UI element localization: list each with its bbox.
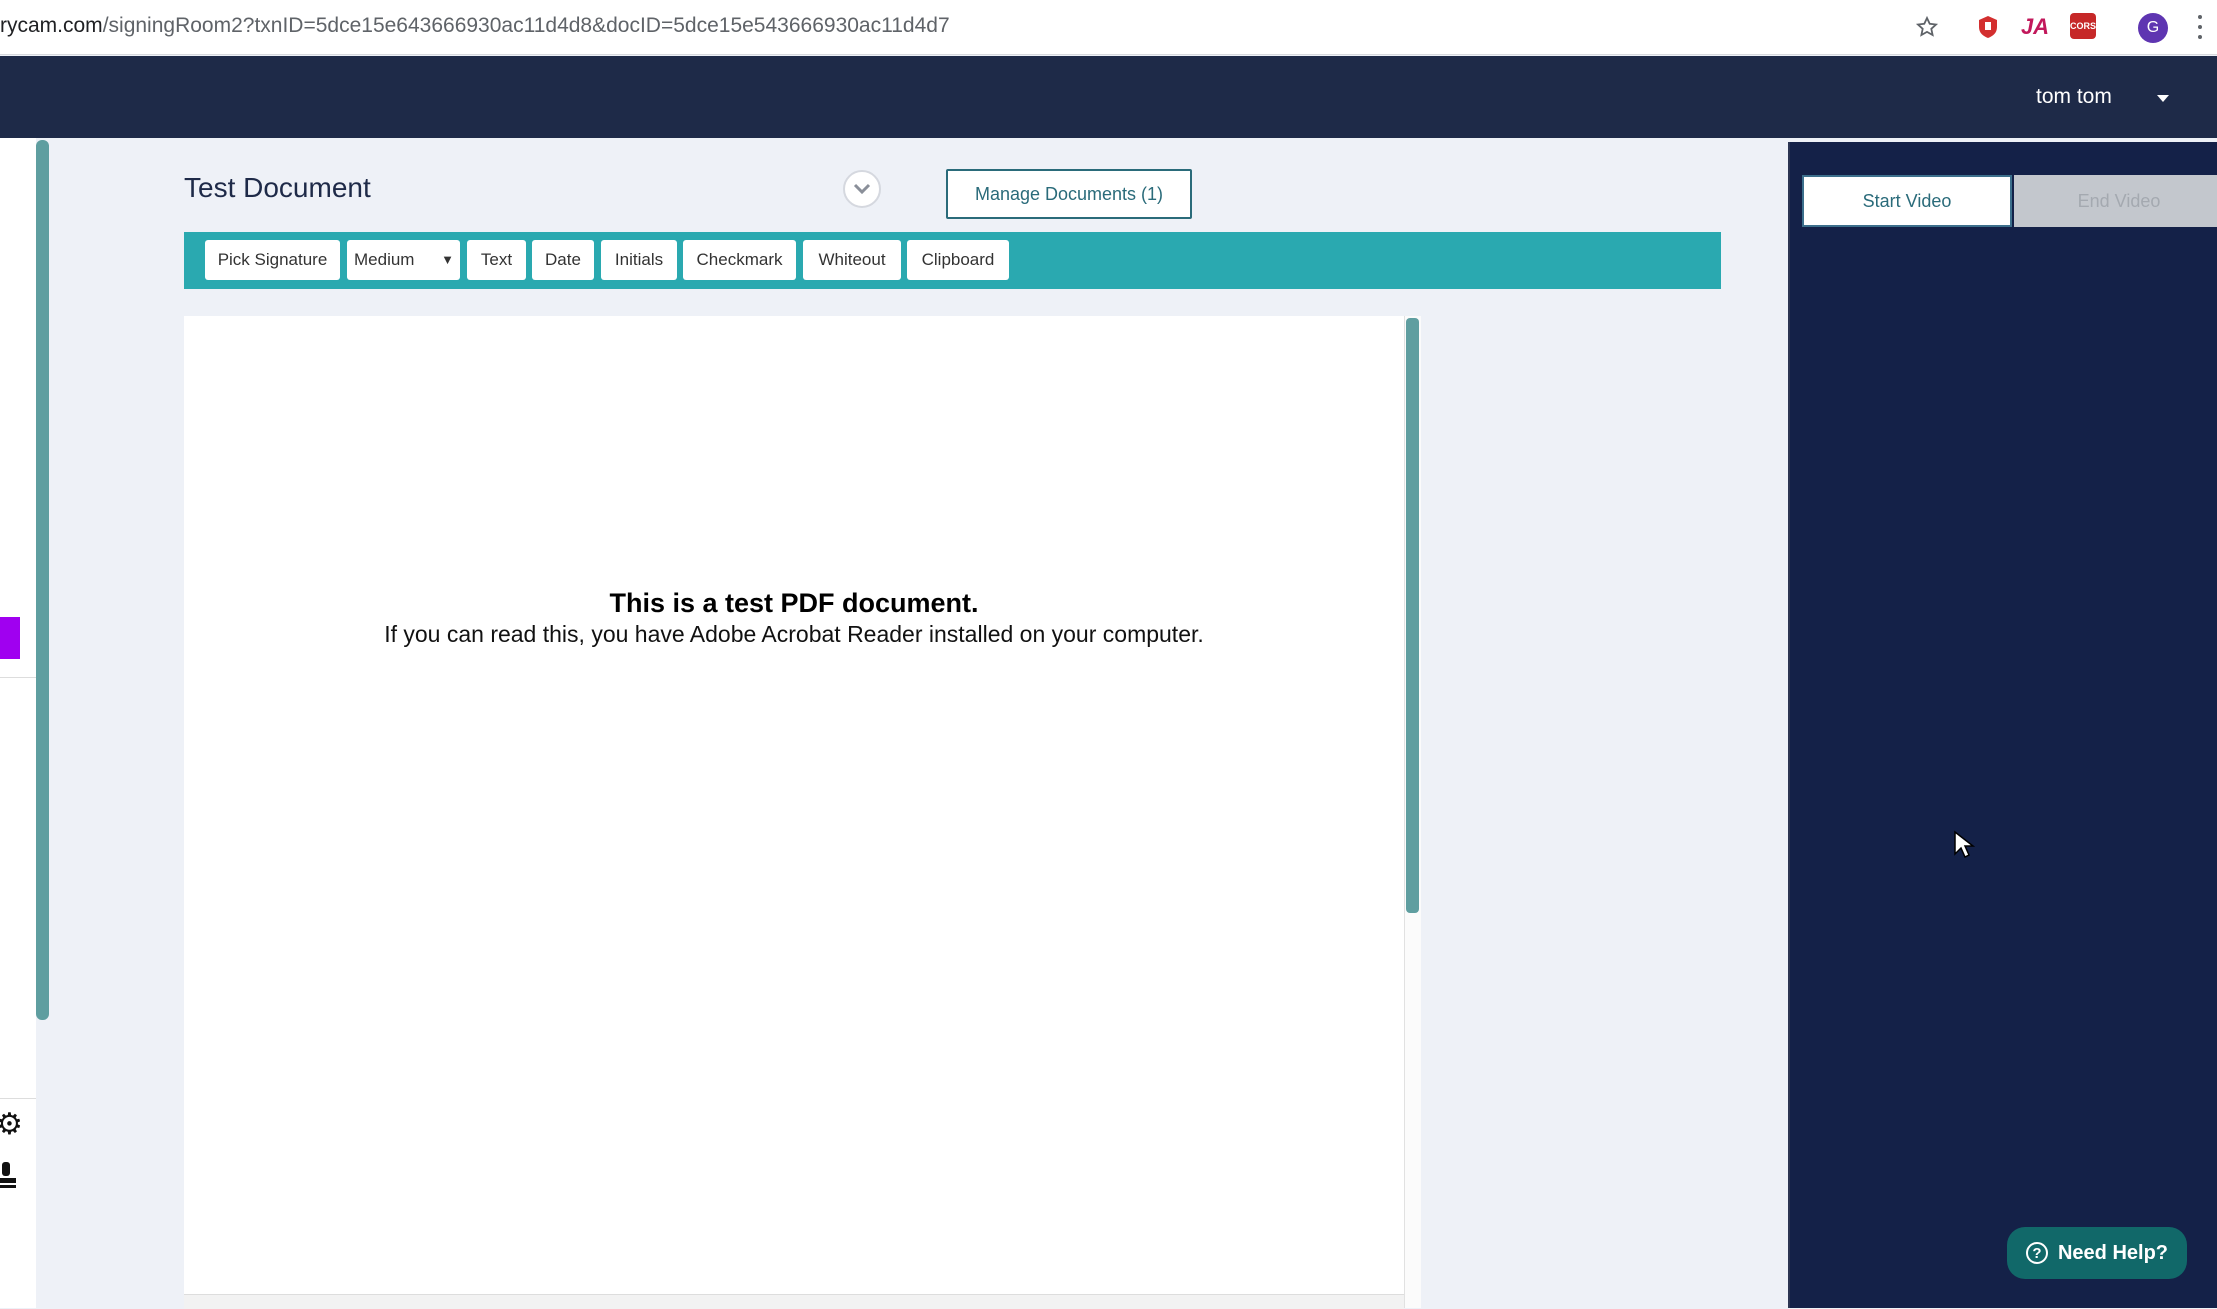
pdf-body-text: If you can read this, you have Adobe Acr… bbox=[384, 621, 1204, 647]
sidebar-tab-marker[interactable] bbox=[0, 617, 20, 659]
mouse-cursor-icon bbox=[1953, 830, 1976, 865]
shield-extension-icon[interactable] bbox=[1974, 13, 2002, 41]
pdf-page[interactable] bbox=[184, 316, 1404, 1308]
text-tool-button[interactable]: Text bbox=[467, 240, 526, 280]
browser-menu-icon[interactable] bbox=[2190, 12, 2210, 42]
start-video-button[interactable]: Start Video bbox=[1802, 175, 2012, 227]
video-panel bbox=[1790, 142, 2217, 1308]
sidebar-divider bbox=[0, 677, 36, 678]
need-help-button[interactable]: ? Need Help? bbox=[2007, 1227, 2187, 1279]
caret-down-icon[interactable] bbox=[2157, 95, 2169, 102]
pdf-heading: This is a test PDF document. bbox=[609, 588, 979, 618]
sidebar-divider bbox=[0, 1098, 36, 1099]
gear-icon[interactable]: ⚙ bbox=[0, 1110, 23, 1140]
document-title: Test Document bbox=[184, 172, 371, 203]
clipboard-tool-button[interactable]: Clipboard bbox=[907, 240, 1009, 280]
checkmark-tool-button[interactable]: Checkmark bbox=[683, 240, 796, 280]
need-help-label: Need Help? bbox=[2057, 1241, 2169, 1264]
signature-size-select[interactable]: Medium ▼ bbox=[347, 240, 460, 280]
end-video-button[interactable]: End Video bbox=[2014, 175, 2217, 227]
document-horizontal-scrollbar[interactable] bbox=[184, 1294, 1404, 1309]
pick-signature-button[interactable]: Pick Signature bbox=[205, 240, 340, 280]
initials-tool-button[interactable]: Initials bbox=[601, 240, 677, 280]
app-header bbox=[0, 56, 2217, 138]
whiteout-tool-button[interactable]: Whiteout bbox=[803, 240, 901, 280]
select-arrow-icon: ▼ bbox=[441, 252, 454, 267]
profile-avatar[interactable]: G bbox=[2138, 13, 2168, 43]
date-tool-button[interactable]: Date bbox=[532, 240, 594, 280]
url-path: /signingRoom2?txnID=5dce15e643666930ac11… bbox=[102, 14, 950, 37]
ja-extension-icon[interactable]: JA bbox=[2021, 13, 2049, 41]
manage-documents-button[interactable]: Manage Documents (1) bbox=[946, 169, 1192, 219]
stamp-icon[interactable] bbox=[0, 1160, 20, 1196]
url-text[interactable]: rycam.com/signingRoom2?txnID=5dce15e6436… bbox=[0, 14, 950, 38]
cors-extension-icon[interactable]: CORS bbox=[2070, 13, 2096, 39]
sidebar-scrollbar[interactable] bbox=[36, 140, 49, 1020]
chevron-down-icon[interactable] bbox=[843, 170, 881, 208]
document-scrollbar-thumb[interactable] bbox=[1406, 318, 1419, 913]
bookmark-star-icon[interactable] bbox=[1913, 13, 1941, 41]
user-menu-name[interactable]: tom tom bbox=[2036, 85, 2112, 109]
size-select-value: Medium bbox=[354, 250, 415, 269]
question-icon: ? bbox=[2025, 1242, 2048, 1264]
url-host: rycam.com bbox=[0, 14, 103, 37]
